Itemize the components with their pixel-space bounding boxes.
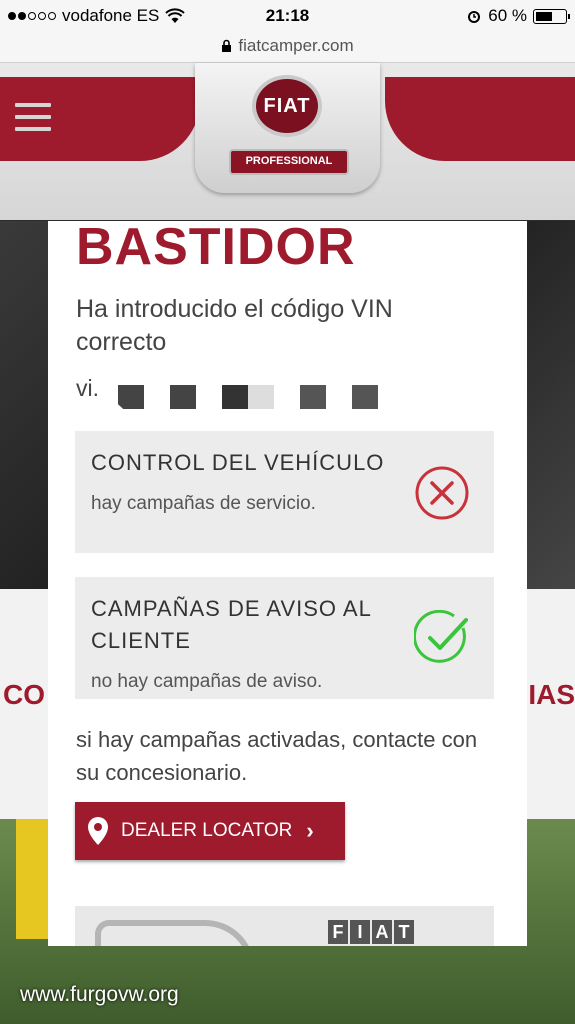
- background-heading-right: IAS: [528, 679, 575, 710]
- logo-plate[interactable]: FIAT PROFESSIONAL: [195, 63, 380, 193]
- customer-campaigns-card: CAMPAÑAS DE AVISO AL CLIENTE no hay camp…: [75, 577, 494, 699]
- promo-banner[interactable]: FIAT: [75, 906, 494, 946]
- vin-prefix: vi.: [76, 375, 99, 401]
- check-circle-icon: [414, 610, 468, 663]
- x-circle-icon: [415, 466, 469, 520]
- chevron-right-icon: ›: [306, 818, 314, 843]
- banner-fiat-logo: FIAT: [328, 920, 414, 944]
- professional-logo: PROFESSIONAL: [229, 149, 349, 175]
- background-heading-left: CO: [3, 679, 45, 710]
- header-band-right: [385, 77, 575, 161]
- dealer-locator-button[interactable]: DEALER LOCATOR ›: [75, 802, 345, 860]
- watermark: www.furgovw.org: [20, 983, 179, 1006]
- modal-title: BASTIDOR: [76, 221, 356, 276]
- battery-percent: 60 %: [488, 6, 527, 25]
- status-bar: vodafone ES 21:18 60 %: [0, 0, 575, 30]
- dealer-locator-label: DEALER LOCATOR: [121, 820, 293, 841]
- van-outline-icon: [95, 920, 255, 946]
- vehicle-control-card: CONTROL DEL VEHÍCULO hay campañas de ser…: [75, 431, 494, 553]
- url-text[interactable]: fiatcamper.com: [238, 36, 353, 56]
- dealer-note: si hay campañas activadas, contacte con …: [76, 727, 478, 785]
- card-title: CONTROL DEL VEHÍCULO: [91, 450, 385, 475]
- url-bar[interactable]: fiatcamper.com: [0, 30, 575, 63]
- hamburger-menu-icon[interactable]: [15, 103, 51, 139]
- site-header: FIAT PROFESSIONAL: [0, 63, 575, 220]
- alarm-clock-icon: [468, 11, 481, 23]
- card-desc: no hay campañas de aviso.: [91, 671, 323, 692]
- battery-icon: [533, 8, 570, 24]
- card-desc: hay campañas de servicio.: [91, 493, 316, 514]
- card-title: CAMPAÑAS DE AVISO AL CLIENTE: [91, 596, 372, 653]
- map-pin-icon: [88, 817, 108, 845]
- fiat-logo: FIAT: [252, 75, 322, 137]
- modal-intro: Ha introducido el código VIN correcto: [76, 295, 393, 356]
- vin-result-modal: BASTIDOR Ha introducido el código VIN co…: [48, 221, 527, 946]
- status-right: 60 %: [466, 6, 570, 26]
- lock-icon: [222, 39, 232, 52]
